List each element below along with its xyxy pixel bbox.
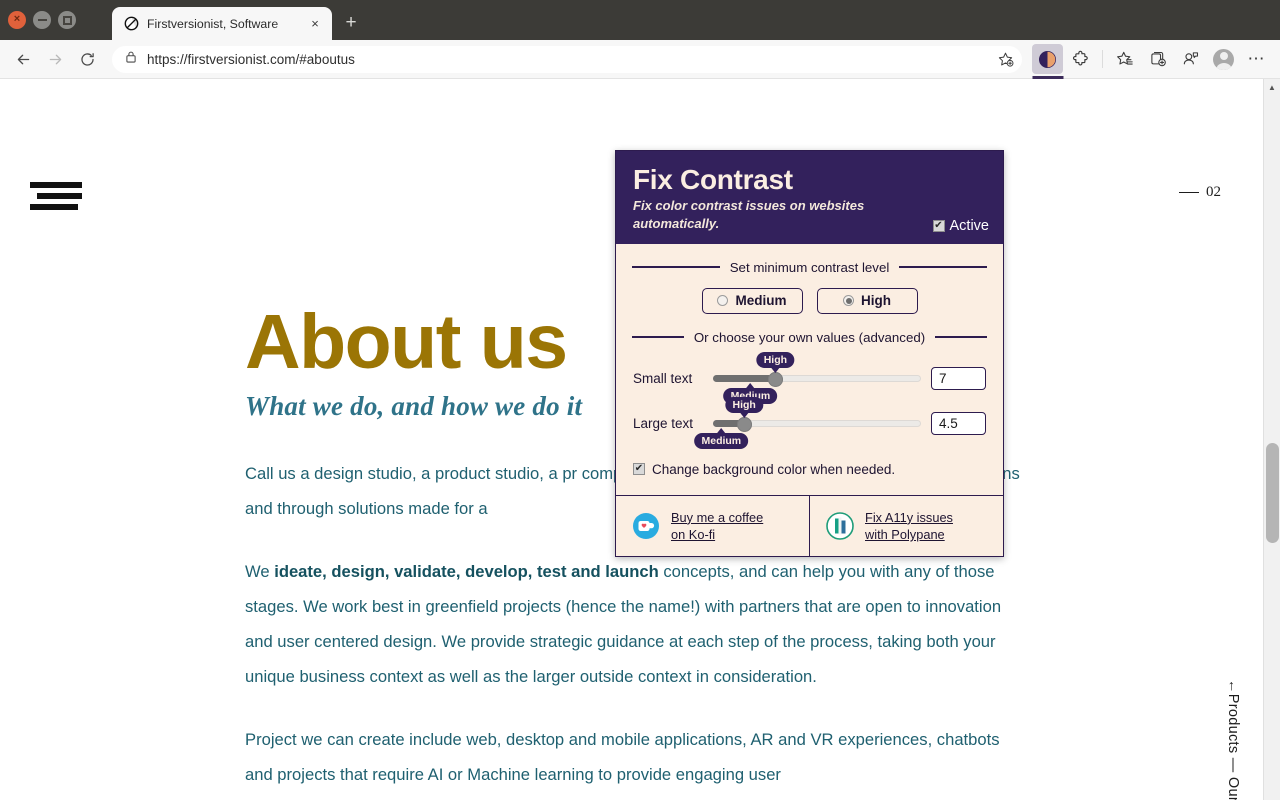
page-number: 02: [1179, 184, 1221, 201]
polypane-link[interactable]: Fix A11y issues with Polypane: [809, 495, 1003, 557]
new-tab-button[interactable]: +: [336, 8, 366, 38]
scrollbar-up-arrow-icon[interactable]: ▲: [1264, 79, 1280, 96]
address-bar[interactable]: https://firstversionist.com/#aboutus: [112, 45, 1022, 73]
small-text-slider-thumb[interactable]: [768, 372, 784, 388]
popup-footer: Buy me a coffee on Ko-fi Fix A11y issues…: [616, 494, 1003, 557]
small-text-tip-high: High: [756, 352, 795, 369]
paragraph-2-bold: ideate, design, validate, develop, test …: [274, 561, 659, 581]
large-text-value[interactable]: 4.5: [931, 411, 986, 435]
settings-more-icon[interactable]: ⋯: [1241, 44, 1272, 74]
active-label: Active: [949, 217, 990, 234]
level-button-high[interactable]: High: [816, 287, 918, 314]
toolbar-separator: [1102, 50, 1103, 68]
radio-high-icon[interactable]: [843, 295, 854, 307]
kofi-line-1: Buy me a coffee: [671, 509, 764, 525]
window-minimize-button[interactable]: [33, 11, 51, 29]
fix-contrast-popup: Fix Contrast Fix color contrast issues o…: [615, 150, 1004, 558]
window-close-button[interactable]: ×: [8, 11, 26, 29]
address-bar-url: https://firstversionist.com/#aboutus: [147, 51, 355, 67]
window-maximize-button[interactable]: [58, 11, 76, 29]
background-color-checkbox[interactable]: ✔: [633, 463, 645, 476]
polypane-link-text[interactable]: Fix A11y issues with Polypane: [865, 509, 953, 544]
small-text-slider-row: Small text Medium High 7: [616, 352, 1003, 405]
large-text-slider[interactable]: Medium High: [694, 397, 921, 450]
large-text-tip-high: High: [725, 397, 763, 414]
popup-title: Fix Contrast: [633, 164, 793, 195]
legend-rule-left: [632, 266, 720, 269]
radio-medium-icon[interactable]: [717, 295, 729, 307]
level-high-label: High: [861, 293, 891, 309]
add-favorite-icon[interactable]: [994, 48, 1016, 70]
large-text-slider-row: Large text Medium High 4.5: [616, 397, 1003, 450]
small-text-value[interactable]: 7: [931, 366, 986, 390]
paragraph-3: Project we can create include web, deskt…: [245, 729, 1000, 784]
browser-toolbar: https://firstversionist.com/#aboutus ⋯: [0, 40, 1280, 79]
tab-close-icon[interactable]: ×: [306, 15, 324, 33]
popup-description: Fix color contrast issues on websites au…: [633, 198, 865, 231]
forward-button[interactable]: [40, 44, 70, 74]
avatar: [1213, 48, 1234, 70]
tab-strip: Firstversionist, Software × +: [112, 7, 366, 40]
page-number-value: 02: [1206, 184, 1221, 200]
small-text-label: Small text: [633, 370, 693, 386]
extensions-puzzle-icon[interactable]: [1065, 44, 1096, 74]
background-color-label: Change background color when needed.: [652, 461, 896, 477]
paragraph-2-lead: We: [245, 561, 275, 581]
side-vertical-nav[interactable]: ←Products — Our valu: [1225, 679, 1241, 800]
active-checkbox[interactable]: ✔: [932, 219, 945, 232]
contrast-level-legend-label: Set minimum contrast level: [729, 259, 890, 275]
page-number-dash: [1179, 191, 1199, 194]
back-button[interactable]: [8, 44, 38, 74]
favorites-icon[interactable]: [1109, 44, 1140, 74]
window-controls: ×: [8, 11, 76, 29]
level-medium-label: Medium: [735, 293, 787, 309]
active-toggle[interactable]: ✔ Active: [932, 217, 990, 234]
firstversionist-logo-icon: [124, 16, 139, 31]
popup-header: Fix Contrast Fix color contrast issues o…: [616, 151, 1003, 244]
hamburger-menu-icon[interactable]: [30, 182, 82, 215]
kofi-line-2: on Ko-fi: [671, 526, 716, 542]
contrast-level-legend: Set minimum contrast level: [616, 260, 1003, 275]
kofi-cup-icon: [632, 512, 660, 540]
tab-title: Firstversionist, Software: [147, 16, 279, 31]
page-viewport: 02 ←Products — Our valu About us What we…: [0, 79, 1280, 800]
lock-icon: [124, 50, 138, 69]
polypane-line-1: Fix A11y issues: [865, 509, 953, 525]
browser-window: × Firstversionist, Software × + https://…: [0, 0, 1280, 800]
reload-button[interactable]: [72, 44, 102, 74]
advanced-legend: Or choose your own values (advanced): [616, 330, 1003, 345]
polypane-logo-icon: [826, 512, 854, 540]
paragraph-2: We ideate, design, validate, develop, te…: [245, 554, 1025, 694]
collections-icon[interactable]: [1142, 44, 1173, 74]
advanced-legend-label: Or choose your own values (advanced): [693, 329, 926, 345]
legend-rule-right: [899, 266, 987, 269]
small-text-slider[interactable]: Medium High: [713, 352, 921, 405]
kofi-link[interactable]: Buy me a coffee on Ko-fi: [616, 496, 809, 557]
paragraph-1-line1: Call us a design studio, a product studi…: [245, 463, 578, 483]
advanced-rule-left: [632, 336, 684, 339]
large-text-label: Large text: [633, 415, 694, 431]
scrollbar-thumb[interactable]: [1266, 443, 1279, 543]
background-color-option[interactable]: ✔ Change background color when needed.: [616, 462, 1003, 495]
browser-essentials-icon[interactable]: [1175, 44, 1206, 74]
page-scrollbar[interactable]: ▲: [1263, 79, 1280, 800]
title-bar: × Firstversionist, Software × +: [0, 0, 1280, 40]
level-button-medium[interactable]: Medium: [701, 287, 803, 314]
browser-tab[interactable]: Firstversionist, Software ×: [112, 7, 332, 40]
polypane-line-2: with Polypane: [865, 526, 945, 542]
profile-avatar-icon[interactable]: [1208, 44, 1239, 74]
advanced-rule-right: [935, 336, 987, 339]
kofi-link-text[interactable]: Buy me a coffee on Ko-fi: [671, 509, 763, 544]
large-text-tip-medium: Medium: [694, 433, 749, 450]
fix-contrast-extension-icon[interactable]: [1032, 44, 1063, 74]
contrast-level-buttons: Medium High: [616, 287, 1003, 314]
large-text-slider-thumb[interactable]: [737, 417, 753, 433]
small-text-slider-fill: [713, 375, 776, 383]
